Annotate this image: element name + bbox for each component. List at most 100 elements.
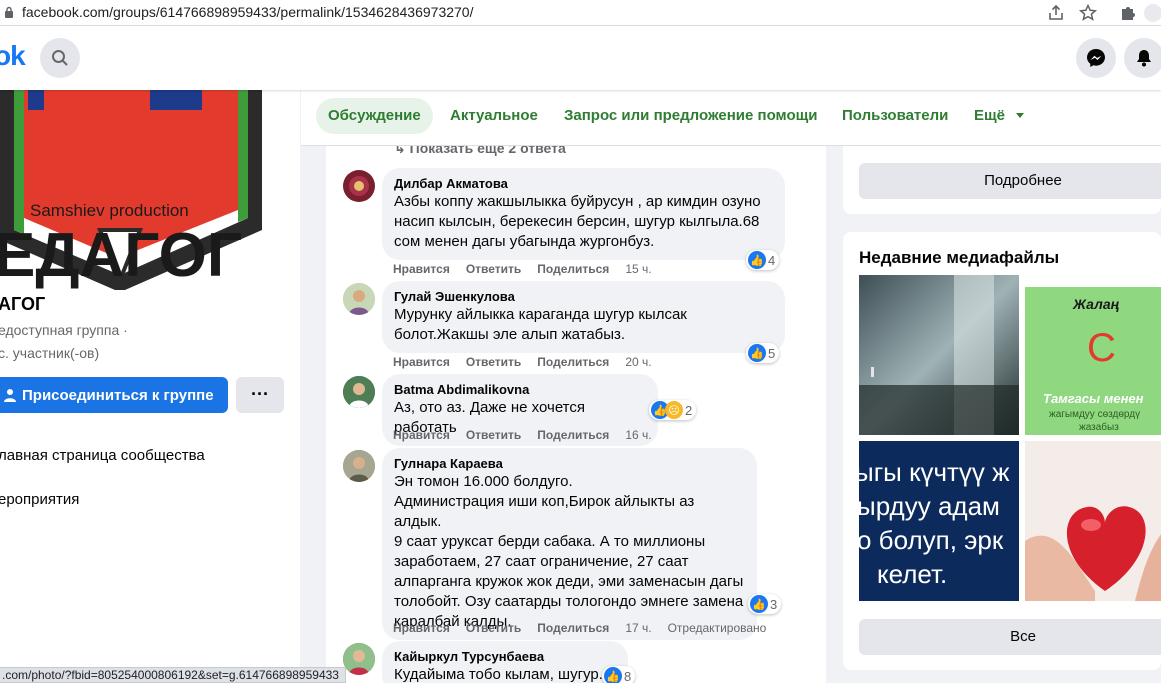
comment-actions: Нравится Ответить Поделиться 17 ч. Отредакти…: [393, 621, 766, 635]
quote-line4: келет.: [877, 559, 947, 589]
like-link[interactable]: Нравится: [393, 355, 450, 369]
sad-reaction-icon: ☹: [665, 401, 683, 419]
heart-photo: [1025, 441, 1161, 601]
facebook-top-bar: ok: [0, 26, 1161, 90]
reply-link[interactable]: Ответить: [466, 428, 521, 442]
events-link[interactable]: ероприятия: [0, 491, 79, 508]
group-name: АГОГ: [0, 294, 46, 314]
tab-featured[interactable]: Актуальное: [438, 98, 550, 134]
like-link[interactable]: Нравится: [393, 262, 450, 276]
comment-actions: Нравится Ответить Поделиться 15 ч.: [393, 262, 652, 276]
reaction-number: 4: [768, 252, 776, 268]
media-thumbnail[interactable]: [1025, 441, 1161, 601]
community-home-link[interactable]: лавная страница сообщества: [0, 447, 205, 464]
tab-members[interactable]: Пользователи: [830, 98, 960, 134]
letter-card-letter: С: [1087, 326, 1116, 370]
comment-author[interactable]: Batma Abdimalikovna: [394, 382, 646, 398]
quote-line1: ыгы күчтүү ж: [859, 457, 1010, 487]
comment-time[interactable]: 15 ч.: [625, 262, 651, 276]
like-reaction-icon: 👍: [748, 251, 766, 269]
tab-more-label: Ещё: [974, 107, 1006, 124]
browser-status-url: .com/photo/?fbid=805254000806192&set=g.6…: [0, 667, 346, 683]
group-privacy: едоступная группа ·: [0, 322, 128, 338]
reply-link[interactable]: Ответить: [466, 621, 521, 635]
comment-bubble: Гулай Эшенкулова Мурунку айлыкка караган…: [382, 281, 785, 353]
comment-text: Эн томон 16.000 болдуго. Администрация и…: [394, 473, 744, 630]
avatar[interactable]: [343, 643, 375, 675]
comment-author[interactable]: Гулай Эшенкулова: [394, 289, 773, 305]
join-group-button[interactable]: Присоединиться к группе: [0, 377, 228, 413]
comment-author[interactable]: Кайыркул Турсунбаева: [394, 649, 616, 665]
avatar-image: [349, 176, 369, 196]
comment-actions: Нравится Ответить Поделиться 20 ч.: [393, 355, 652, 369]
cover-title-text: ЕДАГОГ: [0, 221, 242, 290]
share-link[interactable]: Поделиться: [537, 262, 609, 276]
share-link[interactable]: Поделиться: [537, 355, 609, 369]
like-link[interactable]: Нравится: [393, 428, 450, 442]
reaction-number: 2: [685, 402, 693, 418]
facebook-logo[interactable]: ok: [0, 40, 26, 72]
tab-discussion[interactable]: Обсуждение: [316, 98, 433, 134]
comment-author[interactable]: Гулнара Караева: [394, 456, 745, 472]
comment-text: Кудайыма тобо кылам, шугур.: [394, 666, 603, 683]
join-group-label: Присоединиться к группе: [22, 386, 214, 404]
avatar[interactable]: [343, 376, 375, 408]
avatar[interactable]: [343, 170, 375, 202]
tab-help-requests[interactable]: Запрос или предложение помощи: [552, 98, 830, 134]
reaction-number: 8: [624, 668, 632, 683]
quote-line2: ырдуу адам: [859, 491, 1000, 521]
letter-card-image: Жалаң С Тамгасы менен жагымдуу сөздөрдү …: [1025, 275, 1161, 435]
media-thumbnail[interactable]: ыгы күчтүү ж ырдуу адам о болуп, эрк кел…: [859, 441, 1019, 601]
avatar[interactable]: [343, 283, 375, 315]
details-button[interactable]: Подробнее: [859, 163, 1161, 199]
avatar-image: [343, 450, 375, 482]
avatar[interactable]: [343, 450, 375, 482]
reaction-count[interactable]: 👍 ☹ 2: [649, 400, 697, 420]
group-info-column: Samshiev production ЕДАГОГ АГОГ едоступн…: [0, 90, 300, 683]
messenger-button[interactable]: [1076, 38, 1116, 78]
comment-text: Азбы коппу жакшылыкка буйрусун , ар кимд…: [394, 193, 761, 250]
comment-author[interactable]: Дилбар Акматова: [394, 176, 773, 192]
share-link[interactable]: Поделиться: [537, 428, 609, 442]
comment-bubble: Гулнара Караева Эн томон 16.000 болдуго.…: [382, 448, 757, 640]
extensions-puzzle-icon[interactable]: [1118, 3, 1138, 23]
reaction-count[interactable]: 👍 5: [746, 343, 780, 363]
reaction-number: 3: [770, 596, 778, 612]
cover-brand-text: Samshiev production: [30, 201, 189, 220]
search-button[interactable]: [40, 38, 80, 78]
like-reaction-icon: 👍: [604, 667, 622, 683]
more-options-button[interactable]: ···: [236, 377, 284, 413]
comment-text: Мурунку айлыкка караганда шугур кылсак б…: [394, 306, 687, 343]
avatar-image: [343, 643, 375, 675]
all-media-button[interactable]: Все: [859, 619, 1161, 655]
lock-icon: [5, 6, 13, 18]
comment-bubble: Дилбар Акматова Азбы коппу жакшылыкка бу…: [382, 168, 785, 260]
reply-link[interactable]: Ответить: [466, 355, 521, 369]
reaction-count[interactable]: 👍 8: [602, 666, 636, 683]
messenger-icon: [1087, 49, 1105, 67]
recent-media-card: Недавние медиафайлы Жалаң С Тамгасы мене…: [843, 232, 1161, 670]
share-icon[interactable]: [1046, 3, 1066, 23]
profile-icon[interactable]: [1143, 3, 1161, 23]
tab-more[interactable]: Ещё: [962, 98, 1037, 134]
group-members-count[interactable]: с. участник(-ов): [0, 345, 99, 361]
comment-time[interactable]: 17 ч.: [625, 621, 651, 635]
reaction-count[interactable]: 👍 3: [748, 594, 782, 614]
show-more-replies-link[interactable]: ↳ Показать еще 2 ответа: [394, 146, 566, 157]
media-thumbnail[interactable]: [859, 275, 1019, 435]
comment-time[interactable]: 16 ч.: [625, 428, 651, 442]
like-link[interactable]: Нравится: [393, 621, 450, 635]
recent-media-title: Недавние медиафайлы: [859, 248, 1060, 267]
comment-time[interactable]: 20 ч.: [625, 355, 651, 369]
reply-link[interactable]: Ответить: [466, 262, 521, 276]
edited-label: Отредактировано: [667, 621, 767, 635]
quote-line3: о болуп, эрк: [859, 525, 1004, 555]
bookmark-star-icon[interactable]: [1078, 3, 1098, 23]
letter-card-line2: Тамгасы менен: [1043, 391, 1144, 406]
media-thumbnail[interactable]: Жалаң С Тамгасы менен жагымдуу сөздөрдү …: [1025, 275, 1161, 435]
browser-address-bar[interactable]: facebook.com/groups/614766898959433/perm…: [0, 0, 1161, 26]
url-text[interactable]: facebook.com/groups/614766898959433/perm…: [22, 4, 473, 20]
share-link[interactable]: Поделиться: [537, 621, 609, 635]
notifications-button[interactable]: [1124, 38, 1161, 78]
reaction-count[interactable]: 👍 4: [746, 250, 780, 270]
